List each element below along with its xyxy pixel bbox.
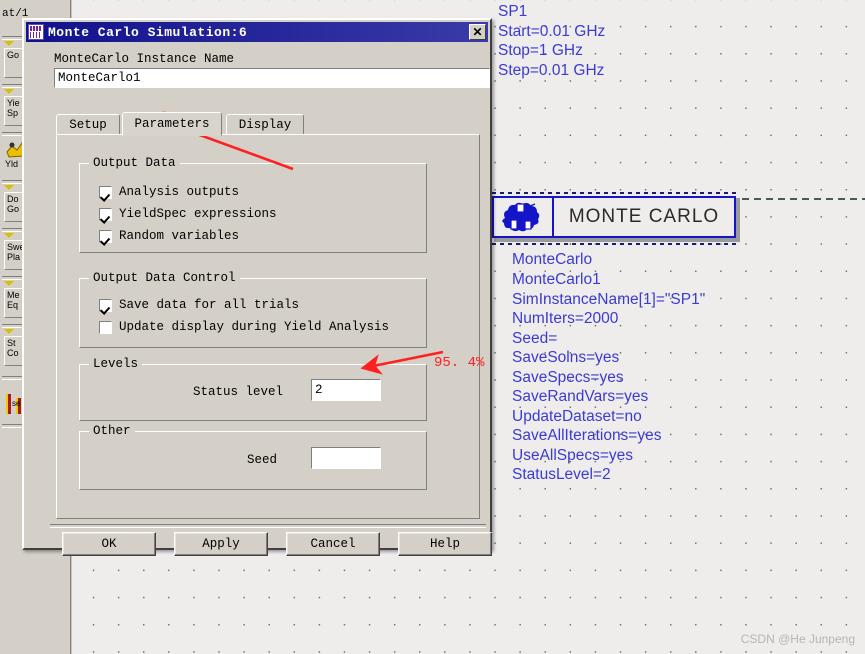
palette-arrow-icon xyxy=(4,89,14,94)
checkbox-analysis-outputs[interactable]: Analysis outputs xyxy=(99,185,239,199)
checkbox-label: Analysis outputs xyxy=(119,185,240,199)
checkbox-random-variables[interactable]: Random variables xyxy=(99,229,239,243)
monte-carlo-icon xyxy=(28,24,44,40)
palette-arrow-icon xyxy=(4,185,14,190)
selection-handle-top xyxy=(492,192,740,194)
parameters-tab-panel: Output Data Analysis outputs YieldSpec e… xyxy=(56,134,480,519)
component-parameters-text: MonteCarlo1 SimInstanceName[1]="SP1" Num… xyxy=(512,271,706,483)
percent-annotation-label: 95. 4% xyxy=(434,355,485,371)
checkbox-box[interactable] xyxy=(99,298,112,312)
palette-arrow-icon xyxy=(4,41,14,46)
tab-setup[interactable]: Setup xyxy=(56,114,120,135)
component-label: MONTE CARLO xyxy=(568,206,720,227)
checkbox-label: Random variables xyxy=(119,229,240,243)
dialog-titlebar[interactable]: Monte Carlo Simulation:6 ✕ xyxy=(26,22,488,42)
output-data-group-title: Output Data xyxy=(89,156,180,170)
monte-carlo-component[interactable]: MONTE CARLO xyxy=(492,192,740,245)
svg-text:se: se xyxy=(12,399,21,408)
status-level-label: Status level xyxy=(193,385,284,399)
checkbox-label: YieldSpec expressions xyxy=(119,207,277,221)
output-data-control-group-title: Output Data Control xyxy=(89,271,240,285)
seed-label: Seed xyxy=(247,453,278,467)
checkbox-save-data-all-trials[interactable]: Save data for all trials xyxy=(99,298,299,312)
checkbox-yieldspec-expressions[interactable]: YieldSpec expressions xyxy=(99,207,277,221)
checkbox-box[interactable] xyxy=(99,207,112,221)
checkbox-label: Save data for all trials xyxy=(119,298,300,312)
checkbox-label: Update display during Yield Analysis xyxy=(119,320,390,334)
ok-button[interactable]: OK xyxy=(62,532,156,556)
sp-parameter-text: SP1 Start=0.01 GHz Stop=1 GHz Step=0.01 … xyxy=(498,3,606,79)
watermark: CSDN @He Junpeng xyxy=(740,632,855,646)
checkbox-box[interactable] xyxy=(99,185,112,199)
palette-arrow-icon xyxy=(4,329,14,334)
tab-display[interactable]: Display xyxy=(226,114,304,135)
monte-carlo-simulation-dialog[interactable]: Monte Carlo Simulation:6 ✕ MonteCarlo In… xyxy=(22,18,492,556)
cancel-button[interactable]: Cancel xyxy=(286,532,380,556)
button-bar-separator xyxy=(50,524,486,528)
checkbox-box[interactable] xyxy=(99,229,112,243)
apply-button[interactable]: Apply xyxy=(174,532,268,556)
checkbox-update-display-yield-analysis[interactable]: Update display during Yield Analysis xyxy=(99,320,389,334)
instance-name-input[interactable]: MonteCarlo1 xyxy=(54,68,490,88)
help-button[interactable]: Help xyxy=(398,532,492,556)
monte-carlo-component-icon xyxy=(494,198,554,236)
component-body[interactable]: MONTE CARLO xyxy=(492,196,736,238)
levels-group-title: Levels xyxy=(89,357,143,371)
other-group-title: Other xyxy=(89,424,135,438)
output-data-control-group xyxy=(79,278,427,348)
component-type-text: MonteCarlo xyxy=(512,251,593,268)
dialog-tabstrip[interactable]: Setup Parameters Display xyxy=(56,112,480,136)
dialog-title: Monte Carlo Simulation:6 xyxy=(48,24,248,40)
selection-handle-bottom xyxy=(492,243,740,245)
status-level-input[interactable]: 2 xyxy=(311,379,381,401)
instance-name-label: MonteCarlo Instance Name xyxy=(54,52,235,66)
selection-dashed-line xyxy=(742,198,865,200)
seed-input[interactable] xyxy=(311,447,381,469)
palette-arrow-icon xyxy=(4,281,14,286)
close-icon[interactable]: ✕ xyxy=(469,24,486,40)
palette-arrow-icon xyxy=(4,233,14,238)
tab-parameters[interactable]: Parameters xyxy=(122,112,222,136)
checkbox-box[interactable] xyxy=(99,320,112,334)
palette-item-yield-opt-label: Yld xyxy=(5,159,19,169)
